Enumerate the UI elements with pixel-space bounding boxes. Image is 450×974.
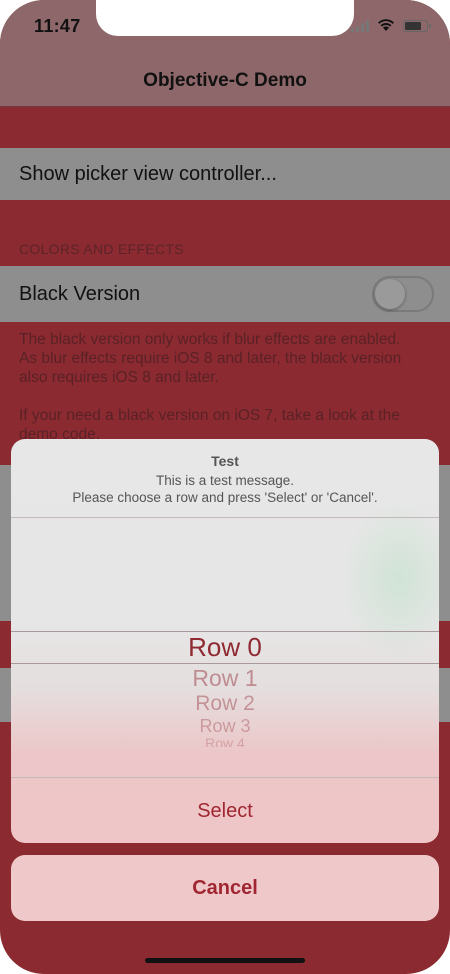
picker-row-3[interactable]: Row 3 [11, 716, 439, 737]
cellular-signal-icon [351, 19, 369, 32]
footer-text-line4: If your need a black version on iOS 7, t… [19, 407, 400, 424]
footer-text-line1: The black version only works if blur eff… [19, 331, 401, 348]
picker-row-2[interactable]: Row 2 [11, 692, 439, 716]
picker-row-1[interactable]: Row 1 [11, 665, 439, 692]
footer-text-line2: As blur effects require iOS 8 and later,… [19, 350, 402, 367]
section-header-colors: COLORS AND EFFECTS [19, 241, 184, 257]
picker-row-0[interactable]: Row 0 [11, 632, 439, 663]
picker-row-4[interactable]: Row 4 [11, 735, 439, 747]
sheet-message-line2: Please choose a row and press 'Select' o… [72, 490, 378, 505]
black-version-toggle[interactable] [372, 276, 434, 312]
device-notch [96, 0, 354, 36]
status-icons [351, 19, 431, 32]
sheet-title: Test [211, 453, 239, 469]
picker-selection-bottom [11, 663, 439, 664]
footer-text-line3: also requires iOS 8 and later. [19, 369, 219, 386]
status-time: 11:47 [34, 16, 81, 36]
wifi-icon [378, 19, 394, 31]
row-picker[interactable]: Row 0 Row 1 Row 2 Row 3 Row 4 [11, 517, 439, 777]
home-indicator [145, 958, 305, 963]
picker-sheet: Test This is a test message. Please choo… [11, 439, 439, 843]
show-picker-cell[interactable]: Show picker view controller... [0, 148, 450, 200]
toggle-knob [375, 279, 405, 309]
device-screen: 11:47 Objective-C Demo Show picker view … [0, 0, 450, 974]
cancel-button[interactable]: Cancel [11, 855, 439, 921]
navigation-bar: Objective-C Demo [0, 52, 450, 107]
sheet-message-line1: This is a test message. [155, 473, 295, 488]
black-version-label: Black Version [19, 283, 141, 305]
battery-icon [403, 19, 431, 32]
black-version-cell: Black Version [0, 266, 450, 322]
sheet-separator-bottom [11, 777, 439, 778]
select-button[interactable]: Select [11, 779, 439, 843]
nav-title: Objective-C Demo [143, 70, 307, 91]
show-picker-label: Show picker view controller... [19, 163, 277, 185]
